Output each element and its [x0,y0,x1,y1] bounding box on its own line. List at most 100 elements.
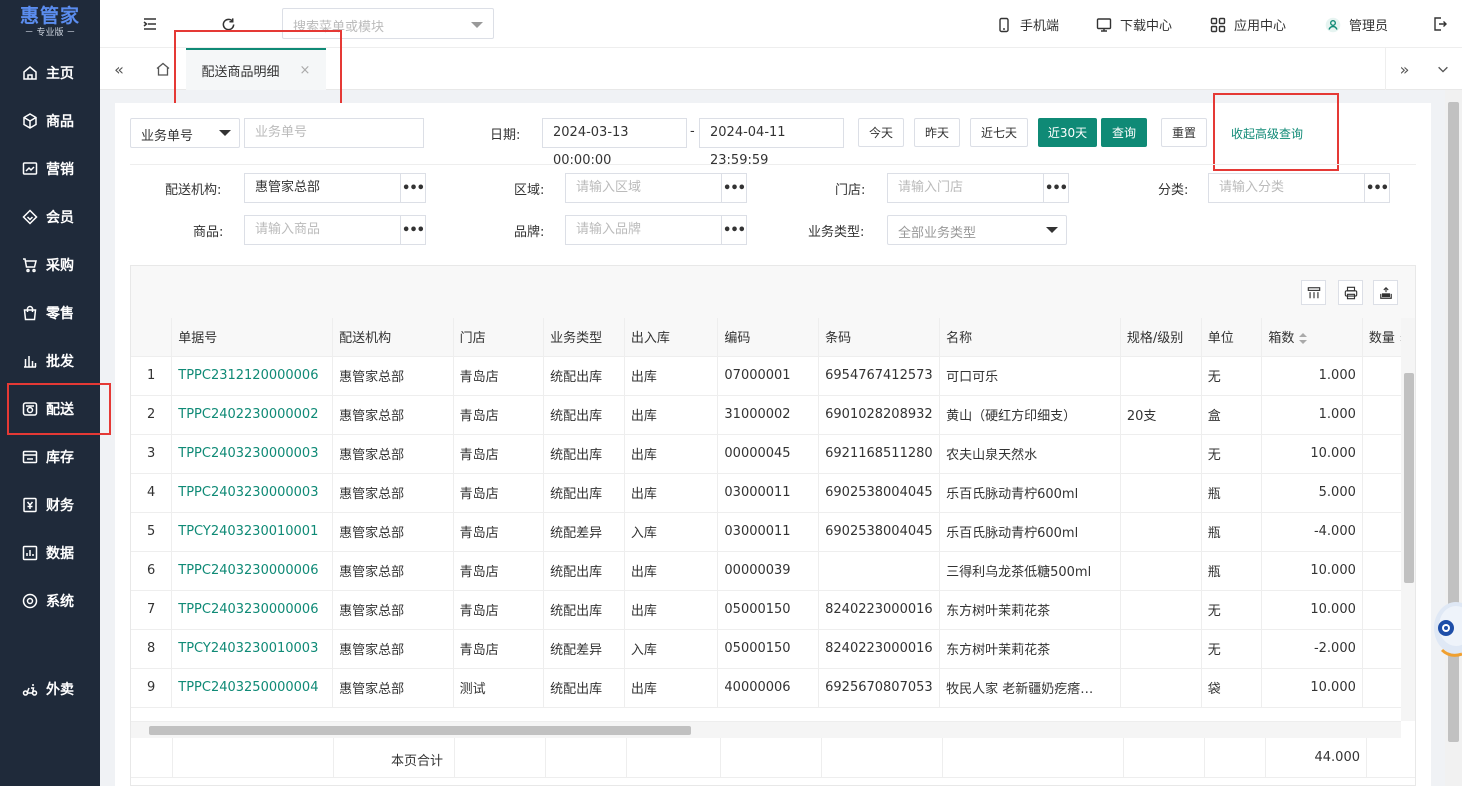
scroll-thumb[interactable] [1404,373,1414,583]
org-input[interactable]: 惠管家总部 [244,173,401,203]
reset-button[interactable]: 重置 [1161,118,1207,147]
query-button[interactable]: 查询 [1101,118,1147,147]
page-vertical-scrollbar[interactable] [1445,90,1462,786]
cell-doc-no[interactable]: TPPC2403230000003 [171,434,334,474]
col-name[interactable]: 名称 [939,318,1121,357]
yesterday-button[interactable]: 昨天 [914,118,960,147]
sort-icon[interactable] [1299,332,1308,345]
cell-index: 1 [131,356,173,396]
collapse-advanced-query-link[interactable]: 收起高级查询 [1231,125,1303,142]
tab-distribution-detail[interactable]: 配送商品明细 × [186,48,326,90]
export-icon[interactable] [1373,280,1398,305]
cell-boxes: -2.000 [1261,629,1363,669]
col-barcode[interactable]: 条码 [818,318,941,357]
menu-search-select[interactable]: 搜索菜单或模块 [282,8,494,39]
region-picker-more-icon[interactable]: ••• [722,173,747,203]
nav-item-wholesale[interactable]: 批发 [0,337,100,385]
nav-item-retail[interactable]: 零售 [0,289,100,337]
nav-item-system[interactable]: 系统 [0,577,100,625]
nav-item-members[interactable]: 会员 [0,193,100,241]
home-tab-icon[interactable] [144,48,182,90]
col-doc-no[interactable]: 单据号 [171,318,334,357]
column-settings-icon[interactable] [1301,280,1326,305]
category-input[interactable]: 请输入分类 [1208,173,1365,203]
last-7-days-button[interactable]: 近七天 [970,118,1028,147]
user-menu[interactable]: 管理员 [1325,15,1388,34]
table-row[interactable]: 8 TPCY2403230010003 惠管家总部 青岛店 统配差异 入库 05000150… [131,629,1415,669]
nav-item-data[interactable]: 数据 [0,529,100,577]
nav-item-home[interactable]: 主页 [0,49,100,97]
nav-item-products[interactable]: 商品 [0,97,100,145]
logout-icon[interactable] [1430,14,1450,34]
biztype-select[interactable]: 全部业务类型 [887,215,1067,245]
cell-doc-no[interactable]: TPCY2403230010003 [171,629,334,669]
cell-unit: 盒 [1201,395,1263,435]
store-picker-more-icon[interactable]: ••• [1044,173,1069,203]
assistant-robot-icon[interactable] [1428,592,1462,672]
tabs-scroll-right-icon[interactable]: » [1385,48,1423,90]
table-row[interactable]: 7 TPPC2403230000006 惠管家总部 青岛店 统配出库 出库 05000150… [131,590,1415,630]
brand-picker-more-icon[interactable]: ••• [722,215,747,245]
table-row[interactable]: 3 TPPC2403230000003 惠管家总部 青岛店 统配出库 出库 00000045… [131,434,1415,474]
cell-doc-no[interactable]: TPPC2312120000006 [171,356,334,396]
table-row[interactable]: 6 TPPC2403230000006 惠管家总部 青岛店 统配出库 出库 00000039… [131,551,1415,591]
table-row[interactable]: 1 TPPC2312120000006 惠管家总部 青岛店 统配出库 出库 07000001… [131,356,1415,396]
cell-spec [1120,473,1202,513]
date-end-input[interactable]: 2024-04-11 23:59:59 [699,118,844,168]
store-input[interactable]: 请输入门店 [887,173,1044,203]
table-row[interactable]: 5 TPCY2403230010001 惠管家总部 青岛店 统配差异 入库 03000011… [131,512,1415,552]
product-input[interactable]: 请输入商品 [244,215,401,245]
brand-input[interactable]: 请输入品牌 [565,215,722,245]
cell-name: 黄山（硬红方印细支） [939,395,1121,435]
table-row[interactable]: 2 TPPC2402230000002 惠管家总部 青岛店 统配出库 出库 31000002… [131,395,1415,435]
cell-doc-no[interactable]: TPPC2403250000004 [171,668,334,708]
table-vertical-scrollbar[interactable] [1401,318,1415,721]
scroll-thumb[interactable] [149,726,691,735]
tabs-menu-chevron-icon[interactable] [1424,48,1462,90]
nav-item-takeout[interactable]: 外卖 [0,665,100,713]
col-unit[interactable]: 单位 [1201,318,1263,357]
cell-doc-no[interactable]: TPPC2403230000006 [171,551,334,591]
nav-item-purchase[interactable]: 采购 [0,241,100,289]
menu-collapse-icon[interactable] [140,14,160,34]
mobile-link[interactable]: 手机端 [996,15,1059,34]
today-button[interactable]: 今天 [858,118,904,147]
cell-doc-no[interactable]: TPPC2403230000003 [171,473,334,513]
cell-doc-no[interactable]: TPPC2403230000006 [171,590,334,630]
table-horizontal-scrollbar[interactable] [131,721,1401,738]
col-store[interactable]: 门店 [453,318,545,357]
table-row[interactable]: 4 TPPC2403230000003 惠管家总部 青岛店 统配出库 出库 03000011… [131,473,1415,513]
download-center-link[interactable]: 下载中心 [1096,15,1172,34]
col-code[interactable]: 编码 [717,318,820,357]
biz-no-input[interactable]: 业务单号 [244,118,424,148]
col-inout[interactable]: 出入库 [624,318,719,357]
cell-doc-no[interactable]: TPPC2402230000002 [171,395,334,435]
col-boxes[interactable]: 箱数 [1261,318,1363,357]
region-input[interactable]: 请输入区域 [565,173,722,203]
table-row[interactable]: 9 TPPC2403250000004 惠管家总部 测试 统配出库 出库 40000006 6… [131,668,1415,708]
nav-item-marketing[interactable]: 营销 [0,145,100,193]
nav-item-distribution[interactable]: 配送 [0,385,100,433]
cell-inout: 出库 [624,473,719,513]
tabs-scroll-left-icon[interactable]: « [100,48,138,90]
close-icon[interactable]: × [300,63,311,78]
print-icon[interactable] [1338,280,1363,305]
cell-inout: 入库 [624,629,719,669]
bag-icon [22,305,38,321]
biz-no-type-select[interactable]: 业务单号 [130,118,240,148]
refresh-icon[interactable] [218,14,238,34]
col-org[interactable]: 配送机构 [332,318,454,357]
col-biz-type[interactable]: 业务类型 [543,318,625,357]
last-30-days-button[interactable]: 近30天 [1038,118,1097,147]
nav-item-inventory[interactable]: 库存 [0,433,100,481]
cell-inout: 出库 [624,551,719,591]
cell-barcode: 6902538004045 [818,512,941,552]
date-start-input[interactable]: 2024-03-13 00:00:00 [542,118,687,168]
category-picker-more-icon[interactable]: ••• [1365,173,1390,203]
cell-doc-no[interactable]: TPCY2403230010001 [171,512,334,552]
col-spec[interactable]: 规格/级别 [1120,318,1202,357]
product-picker-more-icon[interactable]: ••• [401,215,426,245]
app-center-link[interactable]: 应用中心 [1210,15,1286,34]
org-picker-more-icon[interactable]: ••• [401,173,426,203]
nav-item-finance[interactable]: 财务 [0,481,100,529]
